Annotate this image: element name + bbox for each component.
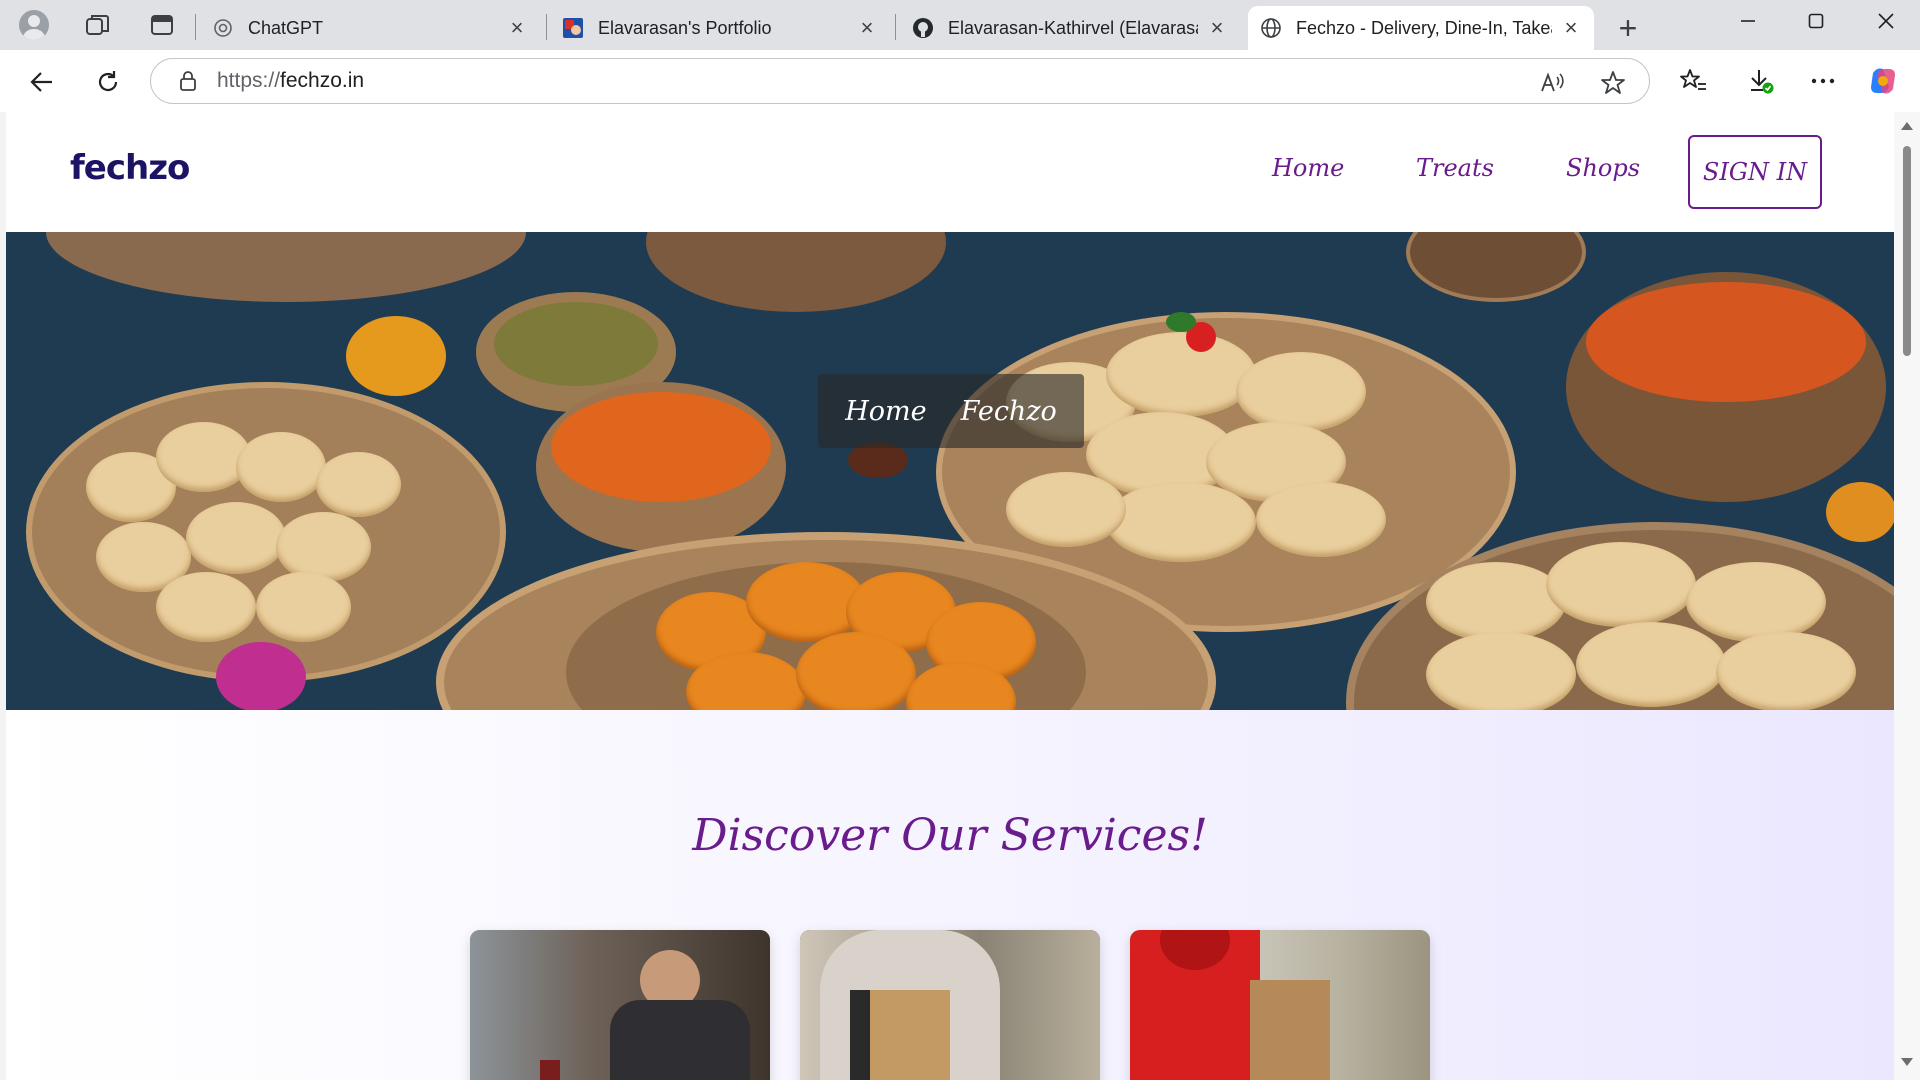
tab-portfolio[interactable]: Elavarasan's Portfolio × xyxy=(550,6,890,50)
takeaway-photo xyxy=(800,930,1100,1080)
close-tab-icon[interactable]: × xyxy=(1560,15,1582,40)
tab-title: Elavarasan-Kathirvel (Elavarasan xyxy=(948,17,1198,38)
workspaces-icon xyxy=(86,15,109,35)
tab-actions-button[interactable] xyxy=(140,3,184,47)
tab-fechzo-active[interactable]: Fechzo - Delivery, Dine-In, Takea × xyxy=(1248,6,1594,50)
back-arrow-icon xyxy=(30,72,52,92)
github-icon xyxy=(912,17,934,39)
close-icon xyxy=(1878,13,1894,29)
tab-github[interactable]: Elavarasan-Kathirvel (Elavarasan × xyxy=(900,6,1240,50)
hero-crumb-current: Fechzo xyxy=(960,395,1057,427)
close-tab-icon[interactable]: × xyxy=(856,15,878,40)
nav-home[interactable]: Home xyxy=(1272,154,1344,182)
read-aloud-button[interactable] xyxy=(1539,69,1567,97)
settings-more-button[interactable] xyxy=(1806,64,1840,98)
close-tab-icon[interactable]: × xyxy=(506,15,528,40)
scroll-down-arrow-icon[interactable] xyxy=(1901,1058,1913,1066)
site-info-lock-icon[interactable] xyxy=(177,70,199,92)
dine-in-photo xyxy=(470,930,770,1080)
services-section: Discover Our Services! xyxy=(6,710,1894,1080)
back-button[interactable] xyxy=(22,62,62,102)
hero-crumb-home[interactable]: Home xyxy=(845,396,926,427)
delivery-photo xyxy=(1130,930,1430,1080)
tab-separator xyxy=(895,14,896,40)
site-header: fechzo Home Treats Shops SIGN IN xyxy=(6,112,1894,232)
copilot-icon xyxy=(1871,68,1895,94)
portfolio-favicon xyxy=(562,17,584,39)
tab-strip: ChatGPT × Elavarasan's Portfolio × Elava… xyxy=(0,0,1920,50)
address-bar[interactable]: https://fechzo.in xyxy=(150,58,1650,104)
tab-title: ChatGPT xyxy=(248,17,324,38)
service-card-dine-in[interactable] xyxy=(470,930,770,1080)
maximize-icon xyxy=(1808,13,1824,29)
chatgpt-icon xyxy=(212,17,234,39)
url-text[interactable]: https://fechzo.in xyxy=(217,69,364,93)
workspaces-button[interactable] xyxy=(76,3,120,47)
tab-separator xyxy=(195,14,196,40)
downloads-button[interactable] xyxy=(1744,64,1778,98)
minimize-icon xyxy=(1741,20,1755,22)
url-scheme: https:// xyxy=(217,69,281,92)
fechzo-logo[interactable]: fechzo xyxy=(70,148,190,188)
service-card-takeaway[interactable] xyxy=(800,930,1100,1080)
globe-icon xyxy=(1260,17,1282,39)
nav-treats[interactable]: Treats xyxy=(1416,154,1494,182)
url-host: fechzo.in xyxy=(280,69,365,92)
reload-button[interactable] xyxy=(88,62,128,102)
scrollbar-thumb[interactable] xyxy=(1903,146,1911,356)
close-tab-icon[interactable]: × xyxy=(1206,15,1228,40)
tab-separator xyxy=(546,14,547,40)
services-heading: Discover Our Services! xyxy=(692,810,1208,861)
more-dots-icon xyxy=(1811,78,1835,84)
reload-icon xyxy=(98,71,118,92)
browser-toolbar: https://fechzo.in xyxy=(0,50,1920,112)
nav-shops[interactable]: Shops xyxy=(1566,154,1640,182)
service-card-delivery[interactable] xyxy=(1130,930,1430,1080)
copilot-button[interactable] xyxy=(1866,64,1900,98)
hero-banner: Home Fechzo xyxy=(6,232,1894,710)
download-icon xyxy=(1751,70,1774,94)
tab-title: Elavarasan's Portfolio xyxy=(598,17,772,38)
tab-title: Fechzo - Delivery, Dine-In, Takea xyxy=(1296,17,1552,38)
page-scrollbar[interactable] xyxy=(1894,112,1920,1080)
close-window-button[interactable] xyxy=(1852,0,1920,42)
page-viewport: fechzo Home Treats Shops SIGN IN Home Fe… xyxy=(6,112,1894,1080)
vertical-tabs-icon xyxy=(151,15,173,35)
hero-breadcrumb: Home Fechzo xyxy=(818,374,1084,448)
maximize-button[interactable] xyxy=(1782,0,1850,42)
scroll-up-arrow-icon[interactable] xyxy=(1901,122,1913,130)
profile-button[interactable] xyxy=(12,3,56,47)
tab-chatgpt[interactable]: ChatGPT × xyxy=(200,6,540,50)
profile-avatar-icon xyxy=(19,10,49,40)
minimize-button[interactable] xyxy=(1714,0,1782,42)
add-favorite-button[interactable] xyxy=(1599,69,1627,97)
favorites-list-icon xyxy=(1680,69,1706,90)
favorites-button[interactable] xyxy=(1676,64,1710,98)
read-aloud-icon xyxy=(1541,72,1564,92)
star-icon xyxy=(1601,71,1625,94)
sign-in-button[interactable]: SIGN IN xyxy=(1688,135,1822,209)
new-tab-button[interactable]: + xyxy=(1610,10,1646,46)
